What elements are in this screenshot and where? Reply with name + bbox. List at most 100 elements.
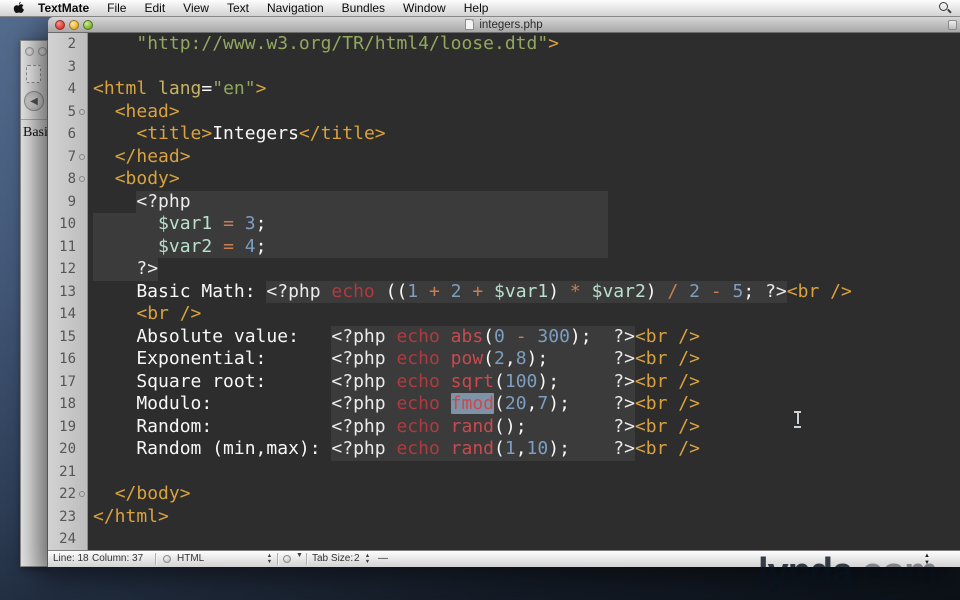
line-number[interactable]: 20 (48, 438, 87, 461)
title-bar[interactable]: integers.php (48, 17, 960, 33)
code-token: ?> (613, 325, 635, 347)
code-token: * (569, 280, 581, 302)
code-token: echo (396, 325, 440, 347)
code-line[interactable]: Absolute value: <?php echo abs(0 - 300);… (93, 325, 960, 348)
line-number[interactable]: 10 (48, 213, 87, 236)
code-line[interactable]: <head> (93, 101, 960, 124)
back-arrow-button[interactable]: ◀ (24, 91, 44, 111)
line-number-text: 9 (67, 193, 76, 210)
code-area[interactable]: "http://www.w3.org/TR/html4/loose.dtd"> <… (88, 33, 960, 550)
code-line[interactable] (93, 461, 960, 484)
line-number[interactable]: 12 (48, 258, 87, 281)
line-number-text: 8 (67, 171, 76, 187)
menu-item-view[interactable]: View (174, 0, 218, 16)
fold-marker-icon[interactable] (79, 176, 85, 182)
code-line[interactable]: </html> (93, 506, 960, 529)
divider (306, 553, 307, 565)
code-token: <?php (136, 190, 191, 212)
code-token: Square root: (93, 370, 332, 392)
menu-item-help[interactable]: Help (455, 0, 498, 16)
line-number[interactable]: 6 (48, 123, 87, 146)
code-token: ?> (136, 258, 159, 279)
menu-item-file[interactable]: File (98, 0, 135, 16)
menu-item-navigation[interactable]: Navigation (258, 0, 333, 16)
code-line[interactable]: Random (min,max): <?php echo rand(1,10);… (93, 438, 960, 461)
code-line[interactable]: Basic Math: <?php echo ((1 + 2 + $var1) … (93, 280, 960, 303)
line-number[interactable]: 18 (48, 393, 87, 416)
code-line[interactable]: $var1 = 3; (93, 213, 960, 236)
line-number[interactable]: 2 (48, 33, 87, 56)
apple-menu-icon[interactable] (12, 1, 25, 15)
menu-item-text[interactable]: Text (218, 0, 258, 16)
code-token: 2 (450, 280, 462, 302)
language-popup[interactable]: HTML (177, 551, 204, 567)
toolbar-widget[interactable] (948, 20, 957, 30)
code-line[interactable] (93, 528, 960, 550)
code-token: Random: (93, 415, 332, 437)
line-number[interactable]: 9 (48, 191, 87, 214)
code-line[interactable]: <br /> (93, 303, 960, 326)
code-line[interactable]: </body> (93, 483, 960, 506)
divider (277, 553, 278, 565)
tab-size-stepper[interactable]: ▲ ▼ (363, 553, 372, 565)
gutter[interactable]: 2 3 4 5 6 7 8 9 10 11 12 13 14 15 16 17 18 19 20 21 22 23 24 (48, 33, 88, 550)
line-number[interactable]: 24 (48, 528, 87, 550)
bundle-popup[interactable]: ▼ (296, 552, 303, 559)
code-token: </title> (298, 123, 386, 144)
menu-item-edit[interactable]: Edit (135, 0, 174, 16)
line-number[interactable]: 15 (48, 326, 87, 349)
spotlight-search-icon[interactable] (939, 2, 951, 14)
line-number[interactable]: 16 (48, 348, 87, 371)
line-number[interactable]: 19 (48, 416, 87, 439)
line-number[interactable]: 5 (48, 101, 87, 124)
line-number[interactable]: 8 (48, 168, 87, 191)
line-number[interactable]: 11 (48, 236, 87, 259)
line-number[interactable]: 13 (48, 281, 87, 304)
language-popup-stepper[interactable]: ▲ ▼ (265, 553, 274, 565)
line-number-text: 2 (67, 36, 76, 52)
line-number[interactable]: 22 (48, 483, 87, 506)
code-token: <br /> (634, 370, 700, 392)
line-number[interactable]: 3 (48, 56, 87, 79)
line-number[interactable]: 7 (48, 146, 87, 169)
code-token: ( (483, 325, 495, 347)
code-line[interactable]: "http://www.w3.org/TR/html4/loose.dtd"> (93, 33, 960, 56)
code-line[interactable]: <body> (93, 168, 960, 191)
fold-marker-icon[interactable] (79, 108, 85, 115)
menu-bar: TextMate File Edit View Text Navigation … (0, 0, 960, 17)
code-line[interactable]: Exponential: <?php echo pow(2,8); ?><br … (93, 348, 960, 371)
code-token: <br /> (634, 325, 700, 347)
fold-marker-icon[interactable] (79, 153, 85, 160)
code-line[interactable] (93, 56, 960, 79)
code-token: $var2 (158, 235, 213, 257)
menu-item-window[interactable]: Window (394, 0, 455, 16)
code-line[interactable]: $var2 = 4; (93, 235, 960, 258)
menu-item-bundles[interactable]: Bundles (333, 0, 394, 16)
code-token: Absolute value: (93, 325, 332, 347)
line-number[interactable]: 14 (48, 303, 87, 326)
fold-marker-icon[interactable] (79, 491, 85, 497)
code-line[interactable]: ?> (93, 258, 960, 281)
code-token: ?> (613, 348, 635, 369)
code-line[interactable]: </head> (93, 146, 960, 169)
code-token: + (428, 280, 440, 302)
code-line[interactable]: <html lang="en"> (93, 78, 960, 101)
menu-item-textmate[interactable]: TextMate (29, 0, 98, 16)
language-popup-icon (163, 555, 171, 563)
line-number-text: 22 (59, 486, 76, 502)
code-token: 0 (494, 325, 505, 347)
line-number[interactable]: 4 (48, 78, 87, 101)
line-number[interactable]: 21 (48, 461, 87, 484)
code-line[interactable]: <title>Integers</title> (93, 123, 960, 146)
code-line[interactable]: Modulo: <?php echo fmod(20,7); ?><br /> (93, 393, 960, 416)
code-line[interactable]: Random: <?php echo rand(); ?><br /> (93, 415, 960, 438)
line-number[interactable]: 23 (48, 506, 87, 529)
code-token: ?> (613, 415, 635, 437)
code-line[interactable]: <?php (93, 190, 960, 213)
line-number[interactable]: 17 (48, 371, 87, 394)
background-window[interactable]: ◀ Basic (20, 40, 48, 567)
code-line[interactable]: Square root: <?php echo sqrt(100); ?><br… (93, 370, 960, 393)
